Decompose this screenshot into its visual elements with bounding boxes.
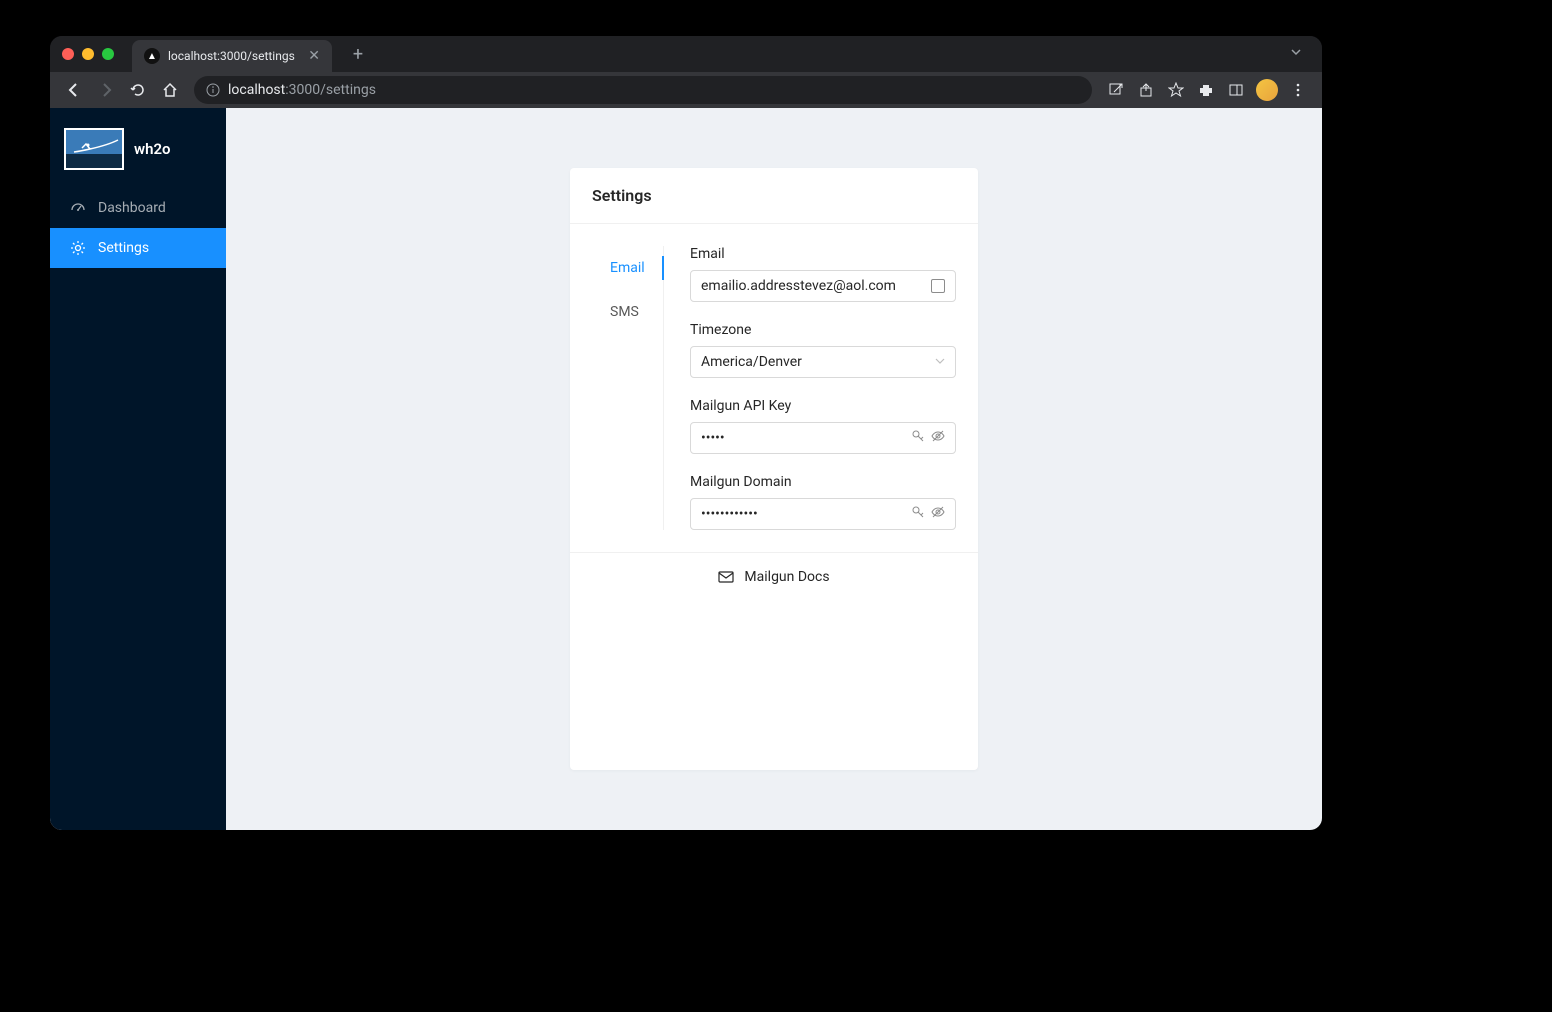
sidebar-item-dashboard[interactable]: Dashboard [50, 188, 226, 228]
card-header: Settings [570, 168, 978, 224]
key-icon[interactable] [911, 505, 925, 523]
menu-dots-icon[interactable] [1284, 76, 1312, 104]
settings-tabs: Email SMS [592, 246, 664, 530]
autofill-icon[interactable] [931, 279, 945, 293]
window-close-button[interactable] [62, 48, 74, 60]
app-name: wh2o [134, 140, 171, 158]
info-icon [206, 83, 220, 97]
page-title: Settings [592, 186, 956, 205]
eye-off-icon[interactable] [931, 429, 945, 447]
traffic-lights [62, 48, 114, 60]
tab-title: localhost:3000/settings [168, 49, 295, 63]
sidebar-item-label: Settings [98, 240, 149, 256]
toolbar-right [1102, 76, 1312, 104]
tab-favicon-icon: ▲ [144, 48, 160, 64]
mailgun-docs-link[interactable]: Mailgun Docs [570, 552, 978, 601]
field-timezone: Timezone America/Denver [690, 322, 956, 378]
chevron-down-icon [935, 356, 945, 369]
field-email: Email emailio.addresstevez@aol.com [690, 246, 956, 302]
extensions-icon[interactable] [1192, 76, 1220, 104]
window-maximize-button[interactable] [102, 48, 114, 60]
forward-button[interactable] [92, 76, 120, 104]
browser-tab[interactable]: ▲ localhost:3000/settings ✕ [132, 40, 332, 72]
mailgun-domain-input[interactable]: •••••••••••• [690, 498, 956, 530]
mailgun-key-label: Mailgun API Key [690, 398, 956, 414]
email-input[interactable]: emailio.addresstevez@aol.com [690, 270, 956, 302]
app-viewport: wh2o Dashboard Settings Settings [50, 108, 1322, 830]
address-bar: localhost:3000/settings [50, 72, 1322, 108]
browser-window: ▲ localhost:3000/settings ✕ + localhost:… [50, 36, 1322, 830]
sidebar-item-label: Dashboard [98, 200, 166, 216]
key-icon[interactable] [911, 429, 925, 447]
tabs-dropdown-button[interactable] [1282, 42, 1310, 66]
mailgun-key-input[interactable]: ••••• [690, 422, 956, 454]
settings-card: Settings Email SMS Email emailio.address… [570, 168, 978, 770]
share-icon[interactable] [1132, 76, 1160, 104]
field-mailgun-domain: Mailgun Domain •••••••••••• [690, 474, 956, 530]
tab-close-button[interactable]: ✕ [308, 48, 320, 64]
url-input[interactable]: localhost:3000/settings [194, 76, 1092, 104]
gear-icon [70, 240, 86, 256]
browser-title-bar: ▲ localhost:3000/settings ✕ + [50, 36, 1322, 72]
panel-icon[interactable] [1222, 76, 1250, 104]
new-tab-button[interactable]: + [344, 40, 372, 68]
main-content: Settings Email SMS Email emailio.address… [226, 108, 1322, 830]
sidebar-item-settings[interactable]: Settings [50, 228, 226, 268]
logo-image [64, 128, 124, 170]
form-area: Email emailio.addresstevez@aol.com Timez… [664, 246, 956, 530]
back-button[interactable] [60, 76, 88, 104]
sidebar: wh2o Dashboard Settings [50, 108, 226, 830]
window-minimize-button[interactable] [82, 48, 94, 60]
bookmark-star-icon[interactable] [1162, 76, 1190, 104]
home-button[interactable] [156, 76, 184, 104]
tab-sms[interactable]: SMS [592, 298, 663, 326]
eye-off-icon[interactable] [931, 505, 945, 523]
url-text: localhost:3000/settings [228, 82, 376, 98]
tab-email[interactable]: Email [592, 254, 663, 282]
mailgun-domain-label: Mailgun Domain [690, 474, 956, 490]
timezone-select[interactable]: America/Denver [690, 346, 956, 378]
mail-icon [718, 569, 734, 585]
field-mailgun-key: Mailgun API Key ••••• [690, 398, 956, 454]
logo-block[interactable]: wh2o [50, 120, 226, 188]
timezone-label: Timezone [690, 322, 956, 338]
profile-avatar[interactable] [1256, 79, 1278, 101]
email-label: Email [690, 246, 956, 262]
card-body: Email SMS Email emailio.addresstevez@aol… [570, 224, 978, 552]
open-external-icon[interactable] [1102, 76, 1130, 104]
footer-link-label: Mailgun Docs [744, 569, 829, 585]
dashboard-icon [70, 200, 86, 216]
reload-button[interactable] [124, 76, 152, 104]
